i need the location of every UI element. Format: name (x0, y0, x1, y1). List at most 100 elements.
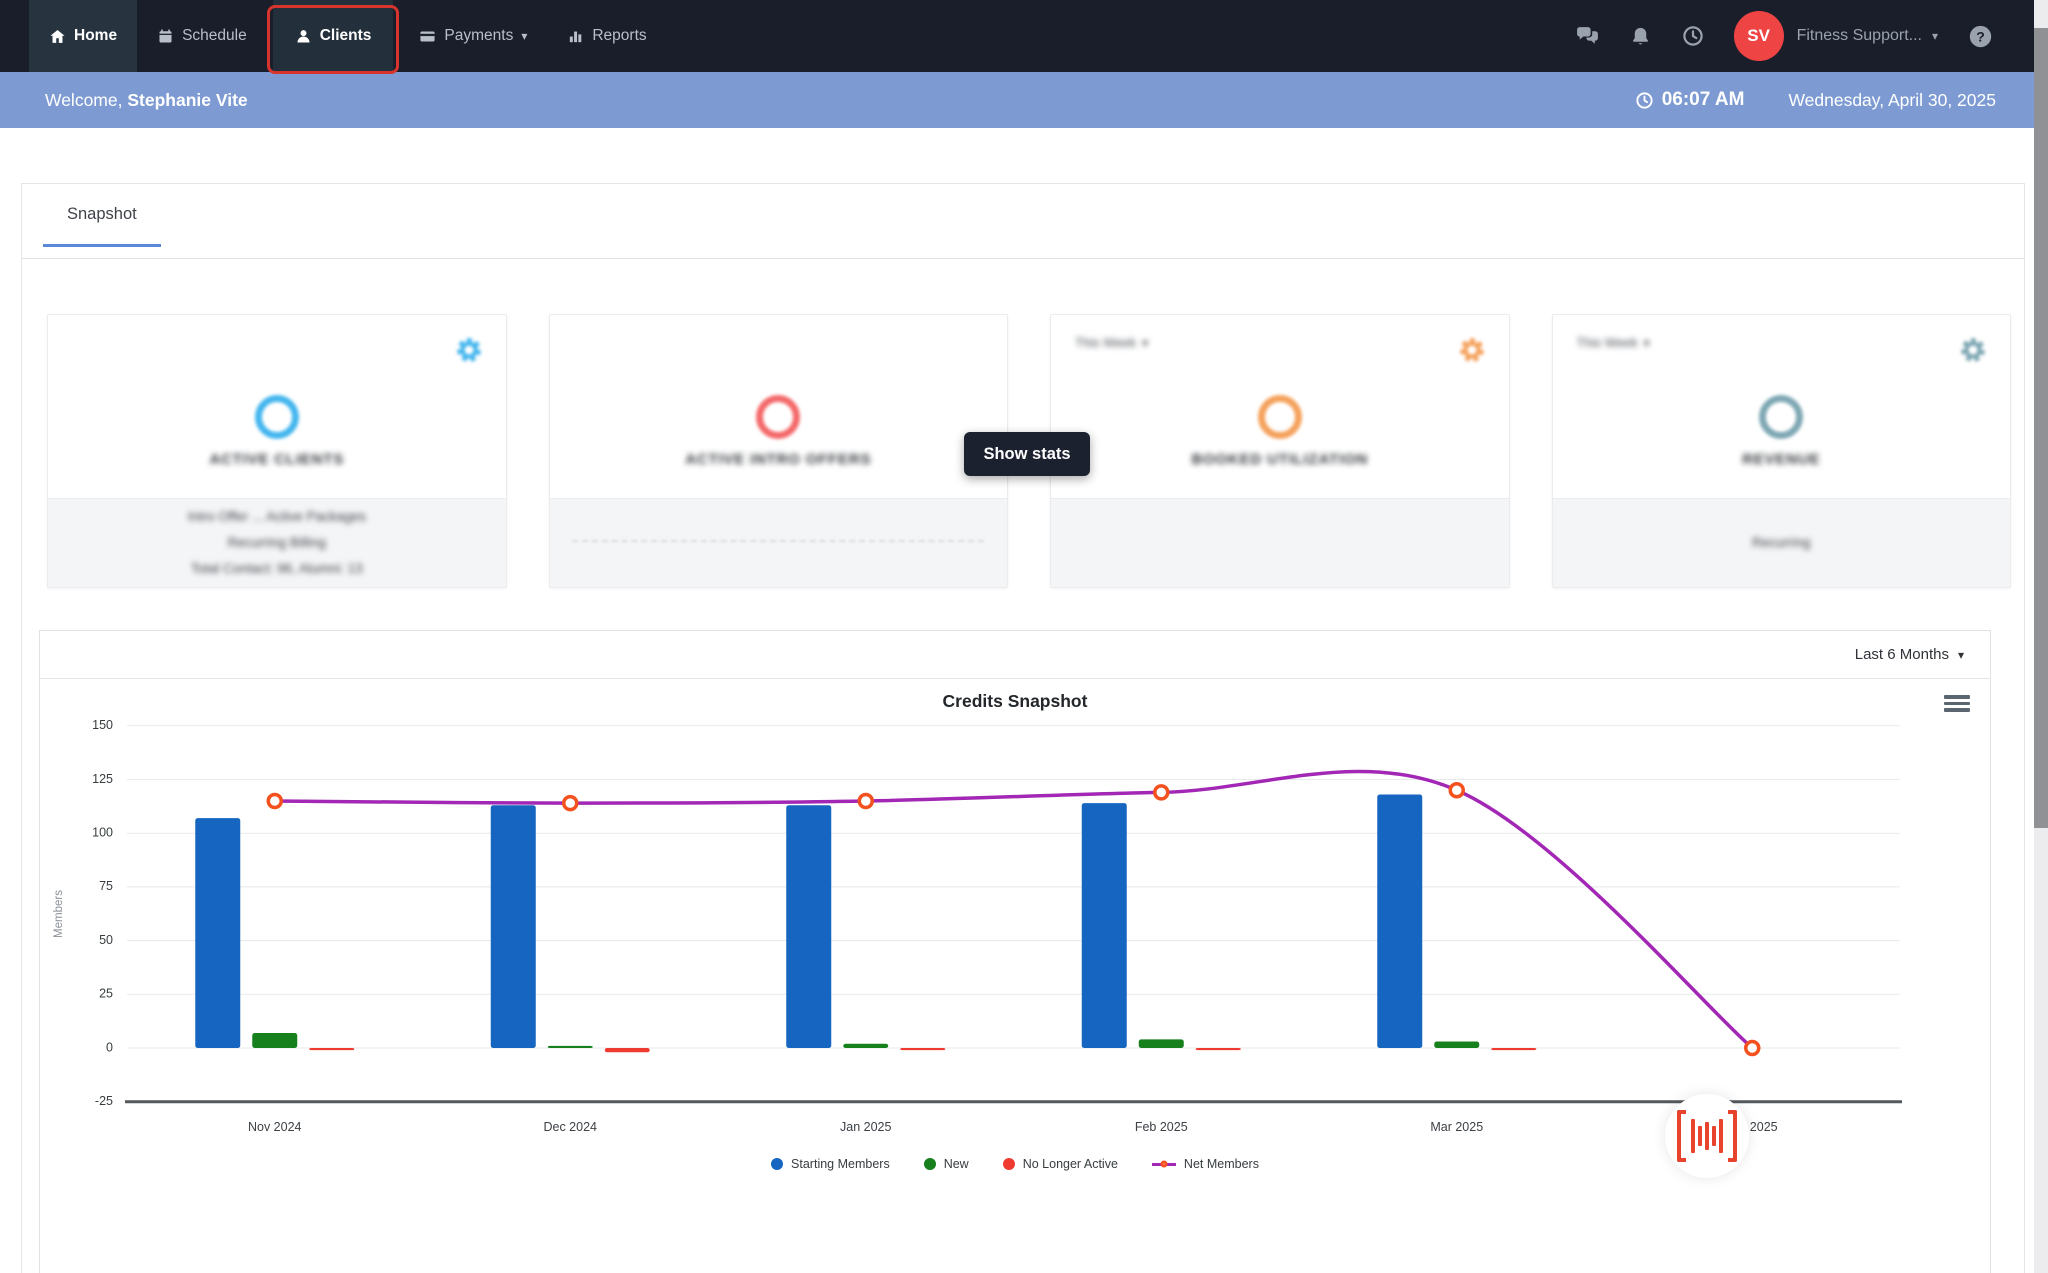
tab-bar: Snapshot (22, 184, 2024, 259)
x-axis-label: Dec 2024 (543, 1120, 597, 1134)
card-footer: Recurring (1552, 498, 2010, 587)
nav-item-label: Reports (592, 27, 647, 44)
legend-item-starting-members[interactable]: Starting Members (771, 1157, 890, 1171)
clock-icon (1636, 91, 1653, 109)
bar-no-longer-active[interactable] (1491, 1048, 1537, 1051)
card-footer-line: Recurring (1751, 535, 1811, 550)
stat-card-active-clients: ACTIVE CLIENTS Intro Offer ... Active Pa… (47, 314, 507, 588)
loading-spinner (756, 395, 801, 439)
bar-no-longer-active[interactable] (900, 1048, 946, 1051)
card-footer-line: Total Contact: 96, Alumni: 13 (190, 561, 363, 576)
card-body: This Week BOOKED UTILIZATION (1051, 315, 1509, 498)
bar-starting-members[interactable] (490, 805, 536, 1048)
loading-spinner (1759, 395, 1804, 439)
net-members-marker[interactable] (562, 794, 579, 812)
nav-item-clients[interactable]: Clients (272, 0, 394, 72)
y-axis-label: 25 (99, 987, 113, 1001)
svg-text:?: ? (1976, 28, 1985, 44)
nav-item-label: Home (74, 27, 118, 44)
nav-item-reports[interactable]: Reports (547, 0, 666, 72)
bell-icon (1632, 27, 1648, 44)
chevron-down-icon (1644, 335, 1650, 350)
nav-menu: Home Schedule Clients Payments Reports (29, 0, 667, 74)
legend-item-new[interactable]: New (923, 1157, 969, 1171)
chart-body: Credits Snapshot 150 125 100 75 50 25 0 -25 Nov … (40, 679, 1990, 1273)
card-body: This Week REVENUE (1553, 315, 2011, 498)
nav-item-home[interactable]: Home (29, 0, 138, 72)
clock-icon (1682, 26, 1703, 46)
bar-starting-members[interactable] (786, 805, 832, 1048)
calendar-icon (159, 29, 172, 43)
current-time: 06:07 AM (1635, 89, 1744, 111)
net-members-marker[interactable] (1153, 784, 1170, 801)
help-icon: ? (1969, 25, 1992, 47)
net-members-marker[interactable] (266, 792, 283, 810)
net-members-marker[interactable] (1744, 1039, 1761, 1057)
user-name: Stephanie Vite (127, 89, 248, 110)
bar-starting-members[interactable] (195, 818, 241, 1048)
tab-snapshot[interactable]: Snapshot (43, 184, 161, 247)
bar-new[interactable] (1138, 1039, 1184, 1048)
bar-no-longer-active[interactable] (604, 1048, 650, 1053)
welcome-bar: Welcome, Stephanie Vite 06:07 AM Wednesd… (0, 72, 2048, 128)
range-selector[interactable]: Last 6 Months (1855, 646, 1964, 663)
x-axis-label: Jan 2025 (840, 1120, 891, 1134)
y-axis-label: 50 (99, 933, 113, 947)
chevron-down-icon (1958, 646, 1964, 663)
home-icon (50, 29, 65, 43)
loading-spinner (254, 395, 299, 439)
legend-label: No Longer Active (1022, 1157, 1118, 1171)
bar-no-longer-active[interactable] (1195, 1048, 1241, 1051)
help-button[interactable]: ? (1967, 23, 1994, 50)
x-axis-label: Nov 2024 (248, 1120, 302, 1134)
bar-new[interactable] (843, 1043, 889, 1048)
gear-icon[interactable] (1453, 331, 1491, 369)
notifications-button[interactable] (1629, 25, 1652, 48)
y-axis-label: 0 (106, 1040, 113, 1054)
avatar[interactable]: SV (1733, 11, 1784, 61)
top-navbar: Home Schedule Clients Payments Reports (0, 0, 2048, 74)
period-label: This Week (1075, 335, 1137, 350)
legend-item-net-members[interactable]: Net Members (1151, 1157, 1259, 1171)
datetime: 06:07 AM Wednesday, April 30, 2025 (1635, 89, 1996, 111)
page-scrollbar[interactable] (2034, 0, 2048, 1273)
gear-icon[interactable] (1954, 331, 1992, 369)
credits-snapshot-chart: 150 125 100 75 50 25 0 -25 Nov 2024 Dec 2024 Jan 2… (53, 718, 1902, 1134)
divider (572, 540, 985, 542)
bar-new[interactable] (252, 1032, 298, 1048)
account-menu[interactable]: Fitness Support... (1797, 27, 1938, 45)
card-footer-line: Recurring Billing (227, 535, 326, 550)
net-members-marker[interactable] (857, 792, 874, 810)
barcode-icon (1677, 1110, 1737, 1162)
bar-new[interactable] (547, 1045, 593, 1048)
chart-header: Last 6 Months (40, 631, 1990, 679)
card-footer (549, 498, 1007, 587)
chat-button[interactable] (1575, 24, 1600, 49)
greeting-text: Welcome, (45, 89, 123, 110)
credit-card-icon (420, 31, 435, 41)
bar-starting-members[interactable] (1081, 803, 1127, 1048)
history-button[interactable] (1681, 24, 1705, 48)
nav-item-schedule[interactable]: Schedule (137, 0, 267, 72)
loading-spinner (1257, 395, 1302, 439)
period-selector[interactable]: This Week (1577, 335, 1650, 350)
net-members-marker[interactable] (1448, 781, 1465, 799)
y-axis-label: -25 (95, 1094, 113, 1108)
legend-net-marker (1151, 1160, 1176, 1168)
scrollbar-thumb[interactable] (2034, 28, 2048, 828)
bar-no-longer-active[interactable] (309, 1048, 355, 1051)
legend-label: Net Members (1183, 1157, 1259, 1171)
stat-card-active-intro-offers: ACTIVE INTRO OFFERS (548, 314, 1008, 588)
y-axis-label: 75 (99, 879, 113, 893)
bar-new[interactable] (1434, 1041, 1480, 1048)
show-stats-button[interactable]: Show stats (964, 432, 1090, 476)
range-label: Last 6 Months (1854, 646, 1949, 663)
gear-icon[interactable] (450, 331, 488, 369)
bar-starting-members[interactable] (1377, 794, 1423, 1048)
nav-item-payments[interactable]: Payments (399, 0, 547, 72)
current-date: Wednesday, April 30, 2025 (1788, 89, 1996, 110)
chevron-down-icon (1932, 27, 1938, 45)
period-selector[interactable]: This Week (1075, 335, 1148, 350)
legend-item-no-longer-active[interactable]: No Longer Active (1002, 1157, 1118, 1171)
card-body: ACTIVE CLIENTS (48, 315, 506, 498)
